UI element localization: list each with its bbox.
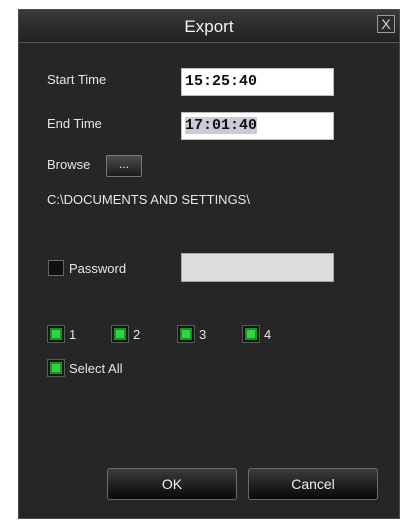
title-bar: Export X [19,10,399,43]
channel-1-label: 1 [69,327,77,342]
export-path: C:\DOCUMENTS AND SETTINGS\ [47,192,250,207]
channel-3-label: 3 [199,327,207,342]
end-time-input[interactable]: 17:01:40 [181,112,334,140]
select-all-checkbox[interactable] [48,360,64,376]
select-all-label: Select All [69,361,123,376]
channel-1-checkbox[interactable] [48,326,64,342]
end-time-value: 17:01:40 [185,117,258,134]
password-label: Password [69,261,127,276]
end-time-label: End Time [47,116,102,131]
start-time-input[interactable]: 15:25:40 [181,68,334,96]
browse-label: Browse [47,157,91,172]
password-input[interactable] [181,253,334,282]
password-checkbox[interactable] [48,260,64,276]
cancel-button[interactable]: Cancel [248,468,378,500]
export-dialog: Export X Start Time 15:25:40 End Time 17… [18,9,400,519]
dialog-title: Export [184,17,234,36]
channel-4-checkbox[interactable] [243,326,259,342]
ok-button[interactable]: OK [107,468,237,500]
channel-2-checkbox[interactable] [112,326,128,342]
close-button[interactable]: X [377,15,395,33]
browse-button[interactable]: ... [106,155,142,177]
channel-2-label: 2 [133,327,141,342]
channel-3-checkbox[interactable] [178,326,194,342]
start-time-label: Start Time [47,72,107,87]
close-icon: X [381,16,391,32]
channel-4-label: 4 [264,327,272,342]
